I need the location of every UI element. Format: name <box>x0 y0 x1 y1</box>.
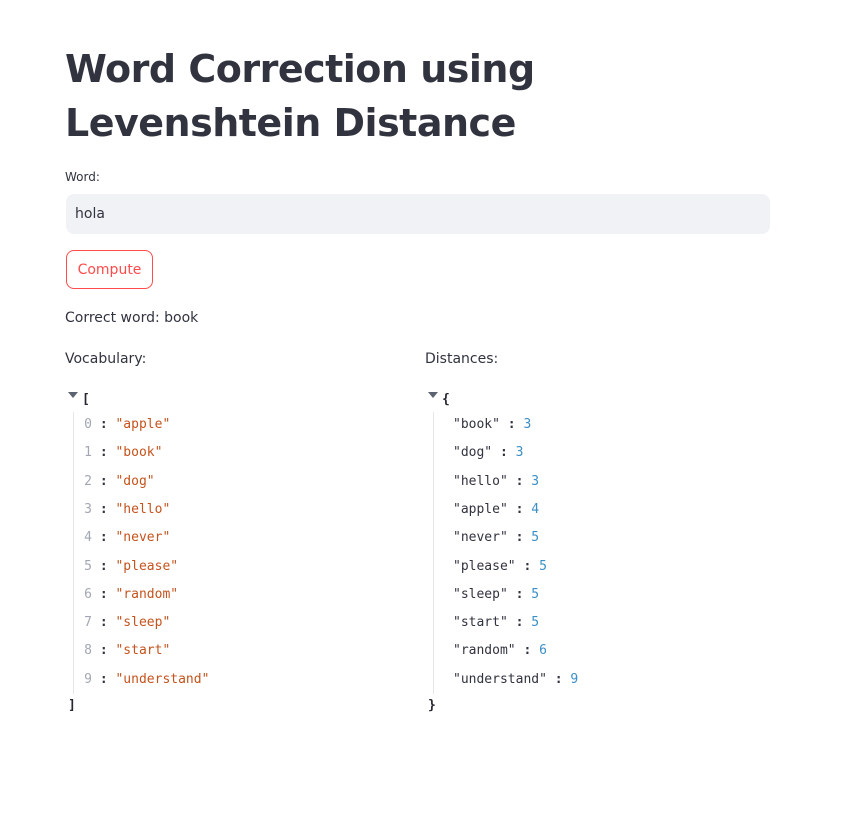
item-colon: : <box>523 558 532 574</box>
correct-word-result: Correct word: book <box>65 310 199 326</box>
json-open-bracket: [ <box>82 392 90 407</box>
item-distance: 4 <box>531 501 540 517</box>
json-open-brace: { <box>442 392 450 407</box>
item-distance: 6 <box>539 643 547 659</box>
vocabulary-item: 9 : "understand" <box>82 671 209 689</box>
item-index: 7 <box>84 615 92 631</box>
vocabulary-item: 3 : "hello" <box>82 501 170 519</box>
distance-item: "sleep" : 5 <box>453 586 539 604</box>
item-colon: : <box>99 473 108 489</box>
item-key: "never" <box>453 530 508 546</box>
item-key: "start" <box>453 615 508 631</box>
distance-item: "dog" : 3 <box>453 444 523 462</box>
item-key: "sleep" <box>453 586 508 602</box>
item-distance: 5 <box>539 558 547 574</box>
distance-item: "understand" : 9 <box>453 671 578 689</box>
distance-item: "please" : 5 <box>453 558 547 576</box>
page-title: Word Correction using Levenshtein Distan… <box>65 47 535 145</box>
item-distance: 3 <box>531 473 540 489</box>
item-index: 9 <box>84 671 92 687</box>
item-index: 4 <box>84 530 92 546</box>
json-indent-guide <box>73 412 74 694</box>
item-distance: 5 <box>531 530 540 546</box>
item-distance: 5 <box>531 615 540 631</box>
vocabulary-item: 8 : "start" <box>82 642 170 660</box>
vocabulary-item: 1 : "book" <box>82 444 162 462</box>
vocabulary-item: 0 : "apple" <box>82 416 170 434</box>
item-index: 2 <box>84 473 92 489</box>
item-colon: : <box>99 417 108 432</box>
item-value: "dog" <box>115 473 155 489</box>
item-value: "random" <box>115 586 179 602</box>
item-colon: : <box>99 501 108 517</box>
item-colon: : <box>499 445 508 461</box>
item-colon: : <box>99 530 108 546</box>
item-key: "random" <box>453 643 516 659</box>
item-index: 6 <box>84 586 92 602</box>
vocabulary-item: 4 : "never" <box>82 529 170 547</box>
item-value: "understand" <box>115 671 210 687</box>
distance-item: "book" : 3 <box>453 416 531 434</box>
json-indent-guide <box>433 412 434 694</box>
json-close-brace: } <box>428 698 436 713</box>
item-distance: 5 <box>531 586 540 602</box>
item-key: "dog" <box>453 445 493 461</box>
item-colon: : <box>554 671 563 687</box>
distance-item: "start" : 5 <box>453 614 539 632</box>
item-value: "hello" <box>115 501 171 517</box>
vocabulary-item: 7 : "sleep" <box>82 614 170 632</box>
item-distance: 3 <box>523 417 532 432</box>
vocabulary-item: 2 : "dog" <box>82 473 155 491</box>
vocabulary-item: 6 : "random" <box>82 586 178 604</box>
item-value: "book" <box>115 445 163 461</box>
item-colon: : <box>99 586 108 602</box>
item-value: "start" <box>115 643 171 659</box>
item-colon: : <box>99 445 108 461</box>
item-colon: : <box>507 417 516 432</box>
item-value: "sleep" <box>115 615 171 631</box>
item-key: "understand" <box>453 671 547 687</box>
vocabulary-item: 5 : "please" <box>82 558 178 576</box>
item-index: 8 <box>84 643 92 659</box>
item-colon: : <box>515 501 524 517</box>
item-value: "please" <box>115 558 179 574</box>
caret-down-icon[interactable] <box>428 392 438 398</box>
item-colon: : <box>99 671 108 687</box>
item-colon: : <box>515 586 524 602</box>
json-close-bracket: ] <box>68 698 76 713</box>
vocabulary-label: Vocabulary: <box>65 351 147 367</box>
distances-label: Distances: <box>425 351 499 367</box>
word-input-label: Word: <box>65 170 100 184</box>
caret-down-icon[interactable] <box>68 392 78 398</box>
item-value: "never" <box>115 530 171 546</box>
item-colon: : <box>99 643 108 659</box>
item-colon: : <box>515 473 524 489</box>
item-colon: : <box>515 530 524 546</box>
item-key: "please" <box>453 558 516 574</box>
item-distance: 9 <box>570 671 579 687</box>
item-colon: : <box>515 615 524 631</box>
item-colon: : <box>523 643 532 659</box>
word-input[interactable] <box>66 194 770 234</box>
item-key: "book" <box>453 417 500 432</box>
item-colon: : <box>99 558 108 574</box>
item-key: "hello" <box>453 473 508 489</box>
distance-item: "hello" : 3 <box>453 473 539 491</box>
item-index: 5 <box>84 558 92 574</box>
item-value: "apple" <box>115 417 171 432</box>
item-distance: 3 <box>515 445 524 461</box>
item-index: 3 <box>84 501 92 517</box>
item-index: 1 <box>84 445 92 461</box>
compute-button[interactable]: Compute <box>66 250 153 289</box>
distance-item: "apple" : 4 <box>453 501 539 519</box>
item-colon: : <box>99 615 108 631</box>
item-index: 0 <box>84 417 92 432</box>
distance-item: "random" : 6 <box>453 642 547 660</box>
item-key: "apple" <box>453 501 508 517</box>
distance-item: "never" : 5 <box>453 529 539 547</box>
